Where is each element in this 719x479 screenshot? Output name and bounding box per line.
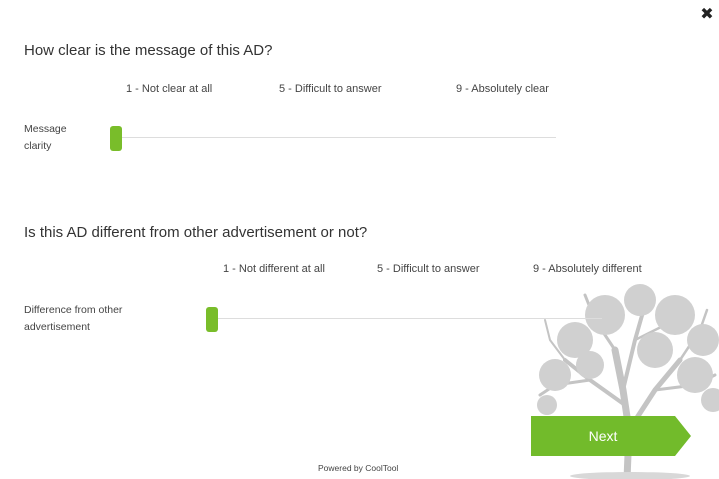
scale-anchor-min: 1 - Not different at all	[223, 263, 325, 275]
question-title: Is this AD different from other advertis…	[24, 224, 368, 241]
slider-row-label: Difference from other advertisement	[24, 304, 123, 333]
slider-track[interactable]	[212, 318, 602, 319]
slider-handle[interactable]	[206, 307, 218, 332]
slider-handle[interactable]	[110, 126, 122, 151]
slider-track[interactable]	[116, 137, 556, 138]
slider-row-label: Message clarity	[24, 123, 67, 152]
question-title: How clear is the message of this AD?	[24, 42, 273, 59]
scale-anchor-max: 9 - Absolutely clear	[456, 83, 549, 95]
scale-anchor-mid: 5 - Difficult to answer	[377, 263, 480, 275]
scale-anchor-min: 1 - Not clear at all	[126, 83, 213, 95]
next-button[interactable]: Next	[531, 416, 691, 456]
scale-anchor-max: 9 - Absolutely different	[533, 263, 642, 275]
close-icon[interactable]: ✖	[698, 6, 716, 24]
scale-anchor-mid: 5 - Difficult to answer	[279, 83, 382, 95]
powered-by-text: Powered by CoolTool	[318, 463, 399, 473]
next-button-label: Next	[588, 428, 618, 444]
